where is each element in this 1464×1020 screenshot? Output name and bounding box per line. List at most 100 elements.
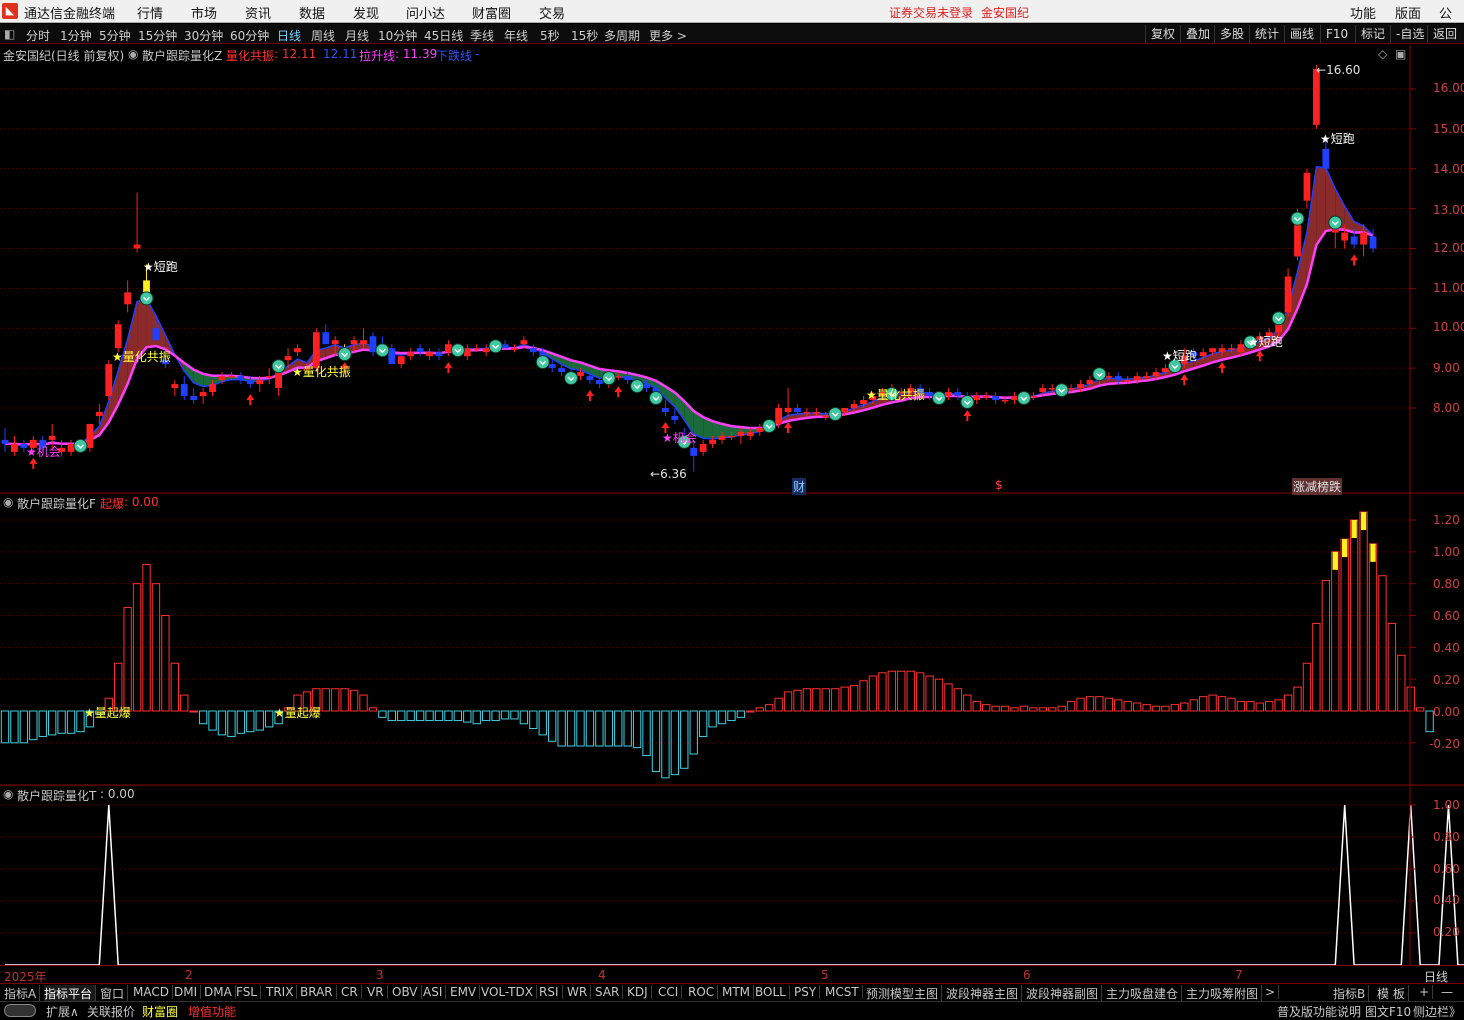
tab-wr[interactable]: WR (567, 985, 591, 999)
tab-fsl[interactable]: FSL (236, 985, 261, 999)
period-tab[interactable]: 5分钟 (99, 27, 131, 44)
related-quotes-button[interactable]: 关联报价 (87, 1003, 135, 1020)
f-bar (1284, 695, 1291, 711)
diamond-icon[interactable]: ◇ (1378, 47, 1387, 61)
tab-indicator-b[interactable]: 指标B (1333, 985, 1369, 1002)
tab-cci[interactable]: CCI (658, 985, 682, 999)
period-tab[interactable]: 分时 (26, 27, 50, 44)
expand-button[interactable]: 扩展∧ (46, 1003, 79, 1020)
wealth-circle-button[interactable]: 财富圈 (142, 1003, 178, 1020)
value-added-button[interactable]: 增值功能 (188, 1003, 236, 1020)
draw-line-button[interactable]: 画线 (1284, 25, 1319, 43)
remove-panel-button[interactable]: — (1441, 985, 1456, 999)
login-status[interactable]: 证券交易未登录 (889, 4, 973, 21)
toggle-switch[interactable] (4, 1004, 36, 1017)
period-tab-active[interactable]: 日线 (277, 27, 301, 44)
period-tab[interactable]: 多周期 (604, 27, 640, 44)
tab-indicator-a[interactable]: 指标A (4, 985, 40, 1002)
tab-mtm[interactable]: MTM (722, 985, 754, 999)
finance-event-mark[interactable]: 财 (792, 478, 806, 495)
tab-psy[interactable]: PSY (794, 985, 820, 999)
tab-trix[interactable]: TRIX (266, 985, 297, 999)
menu-item-data[interactable]: 数据 (299, 3, 325, 22)
tab-main-accumulate[interactable]: 主力吸盘建仓 (1106, 985, 1182, 1002)
tab-boll[interactable]: BOLL (755, 985, 790, 999)
maximize-icon[interactable]: ▣ (1395, 47, 1406, 61)
tab-obv[interactable]: OBV (392, 985, 422, 999)
menu-item-discover[interactable]: 发现 (353, 3, 379, 22)
stats-button[interactable]: 统计 (1249, 25, 1284, 43)
period-tab[interactable]: 季线 (470, 27, 494, 44)
tab-wave-sub[interactable]: 波段神器副图 (1026, 985, 1102, 1002)
indicator-toggle-icon[interactable]: ◉ (3, 787, 13, 801)
multi-stock-button[interactable]: 多股 (1214, 25, 1249, 43)
tab-wave-main[interactable]: 波段神器主图 (946, 985, 1022, 1002)
overlay-button[interactable]: 叠加 (1180, 25, 1215, 43)
tab-kdj[interactable]: KDJ (627, 985, 652, 999)
tab-main-absorb[interactable]: 主力吸筹附图 (1186, 985, 1262, 1002)
panel-f-title[interactable]: 散户跟踪量化F (17, 495, 96, 512)
period-tab[interactable]: 45日线 (424, 27, 463, 44)
menu-item-quotes[interactable]: 行情 (137, 3, 163, 22)
tab-template[interactable]: 模 板 (1377, 985, 1409, 1002)
f-bar (171, 663, 178, 711)
period-tab[interactable]: 5秒 (540, 27, 560, 44)
tab-brar[interactable]: BRAR (300, 985, 337, 999)
f10-link[interactable]: 图文F10 (1365, 1003, 1411, 1020)
tab-indicator-platform[interactable]: 指标平台 (44, 985, 96, 1002)
period-tab[interactable]: 60分钟 (230, 27, 269, 44)
period-tab[interactable]: 10分钟 (378, 27, 417, 44)
indicator-toggle-icon[interactable]: ◉ (128, 47, 138, 61)
coin-circle (1017, 392, 1030, 405)
help-link[interactable]: 普及版功能说明 (1277, 1003, 1361, 1020)
tab-macd[interactable]: MACD (133, 985, 173, 999)
tab-sar[interactable]: SAR (595, 985, 623, 999)
menu-item-trade[interactable]: 交易 (539, 3, 565, 22)
tab-forecast-main[interactable]: 预测模型主图 (866, 985, 942, 1002)
tab-rsi[interactable]: RSI (539, 985, 563, 999)
period-tab[interactable]: 15分钟 (138, 27, 177, 44)
sidebar-toggle[interactable]: 侧边栏》 (1413, 1003, 1461, 1020)
main-indicator-name[interactable]: 散户跟踪量化Z (142, 47, 222, 64)
tabs-scroll-right-button[interactable]: > (1265, 985, 1279, 999)
menu-item-wealth[interactable]: 财富圈 (472, 3, 511, 22)
menu-item-function[interactable]: 功能 (1350, 3, 1376, 22)
candle (294, 344, 301, 356)
panel-toggle-icon[interactable]: ◧ (4, 27, 15, 41)
period-tab[interactable]: 周线 (311, 27, 335, 44)
tab-vr[interactable]: VR (367, 985, 388, 999)
menu-item-ask[interactable]: 问小达 (406, 3, 445, 22)
indicator-toggle-icon[interactable]: ◉ (3, 495, 13, 509)
candle (502, 340, 509, 348)
tab-dmi[interactable]: DMI (174, 985, 201, 999)
menu-item-layout[interactable]: 版面 (1395, 3, 1421, 22)
tab-asi[interactable]: ASI (423, 985, 446, 999)
menu-item-market[interactable]: 市场 (191, 3, 217, 22)
tab-vol-tdx[interactable]: VOL-TDX (481, 985, 537, 999)
add-panel-button[interactable]: + (1419, 985, 1433, 999)
menu-item-news[interactable]: 资讯 (245, 3, 271, 22)
self-select-button[interactable]: -自选 (1390, 25, 1429, 43)
period-tab[interactable]: 年线 (504, 27, 528, 44)
dividend-event-mark[interactable]: $ (995, 478, 1003, 492)
tab-dma[interactable]: DMA (204, 985, 236, 999)
candle-body (1370, 237, 1377, 249)
tab-mcst[interactable]: MCST (825, 985, 863, 999)
adjust-button[interactable]: 复权 (1145, 25, 1180, 43)
tab-roc[interactable]: ROC (688, 985, 718, 999)
period-tab[interactable]: 月线 (345, 27, 369, 44)
back-button[interactable]: 返回 (1427, 25, 1462, 43)
f-bar (832, 689, 839, 711)
mark-button[interactable]: 标记 (1355, 25, 1390, 43)
kline-chart[interactable] (0, 45, 1464, 965)
tab-cr[interactable]: CR (341, 985, 362, 999)
period-tab[interactable]: 30分钟 (184, 27, 223, 44)
period-tab[interactable]: 15秒 (571, 27, 598, 44)
panel-t-title[interactable]: 散户跟踪量化T (17, 787, 96, 804)
period-more-button[interactable]: 更多 > (649, 27, 687, 44)
f10-button[interactable]: F10 (1320, 25, 1353, 43)
period-tab[interactable]: 1分钟 (60, 27, 92, 44)
tab-emv[interactable]: EMV (450, 985, 480, 999)
tab-window[interactable]: 窗口 (100, 985, 128, 1002)
limit-event-mark[interactable]: 涨减榜跌 (1292, 478, 1342, 495)
